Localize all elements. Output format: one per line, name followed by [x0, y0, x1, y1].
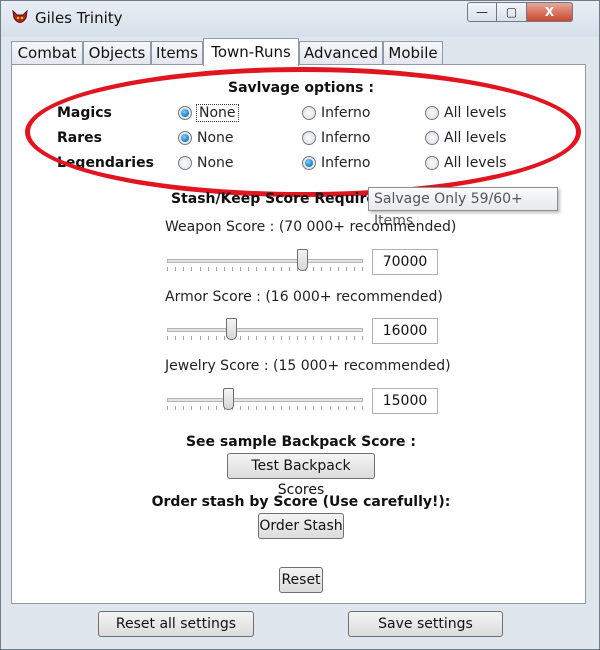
stash-heading: Stash/Keep Score Require [171, 191, 376, 207]
weapon-slider-thumb[interactable] [296, 249, 308, 271]
radio-label-all-levels[interactable]: All levels [444, 155, 506, 171]
weapon-score-label: Weapon Score : (70 000+ recommended) [165, 219, 457, 235]
title-bar: Giles Trinity — ▢ X [1, 1, 599, 37]
radio-rares-all-levels[interactable] [425, 131, 439, 145]
maximize-button[interactable]: ▢ [497, 2, 527, 22]
maximize-icon: ▢ [505, 5, 518, 19]
tab-mobile[interactable]: Mobile [383, 41, 443, 65]
tab-items[interactable]: Items [151, 41, 203, 65]
radio-legendaries-all-levels[interactable] [425, 156, 439, 170]
save-settings-button[interactable]: Save settings [348, 611, 503, 637]
close-button[interactable]: X [527, 2, 573, 22]
armor-slider-thumb[interactable] [226, 318, 238, 340]
radio-legendaries-none[interactable] [178, 156, 192, 170]
reset-all-settings-button[interactable]: Reset all settings [98, 611, 254, 637]
armor-slider-track[interactable] [167, 328, 363, 332]
weapon-slider-track[interactable] [167, 259, 363, 263]
armor-score-input[interactable]: 16000 [372, 318, 438, 344]
tab-objects[interactable]: Objects [83, 41, 151, 65]
minimize-icon: — [476, 5, 488, 19]
close-icon: X [544, 5, 555, 19]
radio-label-none[interactable]: None [197, 130, 234, 146]
minimize-button[interactable]: — [467, 2, 497, 22]
salvage-heading: Savlvage options : [228, 80, 374, 96]
tab-combat[interactable]: Combat [11, 41, 83, 65]
radio-rares-inferno[interactable] [302, 131, 316, 145]
row-label-rares: Rares [57, 130, 102, 146]
order-stash-button[interactable]: Order Stash [258, 513, 344, 539]
jewelry-slider-thumb[interactable] [222, 388, 234, 410]
radio-label-inferno[interactable]: Inferno [321, 130, 371, 146]
radio-label-inferno[interactable]: Inferno [321, 105, 371, 121]
app-window: Giles Trinity — ▢ X Combat Objects Items… [0, 0, 600, 650]
radio-label-none[interactable]: None [197, 155, 234, 171]
radio-magics-none[interactable] [178, 106, 192, 120]
jewelry-slider-ticks [167, 406, 363, 410]
test-backpack-scores-button[interactable]: Test Backpack Scores [227, 453, 375, 498]
jewelry-score-input[interactable]: 15000 [372, 388, 438, 414]
jewelry-slider-track[interactable] [167, 398, 363, 402]
order-heading: Order stash by Score (Use carefully!): [151, 494, 451, 510]
weapon-score-input[interactable]: 70000 [372, 249, 438, 275]
row-label-magics: Magics [57, 105, 112, 121]
radio-legendaries-inferno[interactable] [302, 156, 316, 170]
armor-score-label: Armor Score : (16 000+ recommended) [165, 289, 443, 305]
reset-button[interactable]: Reset [279, 567, 323, 593]
jewelry-score-label: Jewelry Score : (15 000+ recommended) [165, 358, 451, 374]
tab-advanced[interactable]: Advanced [299, 41, 383, 65]
salvage-tooltip: Salvage Only 59/60+ Items [368, 187, 558, 229]
demon-icon [12, 9, 28, 23]
tab-town-runs[interactable]: Town-Runs [203, 38, 299, 66]
armor-slider-ticks [167, 336, 363, 340]
radio-label-all-levels[interactable]: All levels [444, 130, 506, 146]
radio-magics-inferno[interactable] [302, 106, 316, 120]
radio-label-all-levels[interactable]: All levels [444, 105, 506, 121]
radio-label-none[interactable]: None [196, 104, 239, 122]
radio-label-inferno[interactable]: Inferno [321, 155, 371, 171]
radio-rares-none[interactable] [178, 131, 192, 145]
window-title: Giles Trinity [35, 9, 123, 27]
weapon-slider-ticks [167, 267, 363, 271]
radio-magics-all-levels[interactable] [425, 106, 439, 120]
backpack-heading: See sample Backpack Score : [185, 434, 417, 450]
row-label-legendaries: Legendaries [57, 155, 154, 171]
